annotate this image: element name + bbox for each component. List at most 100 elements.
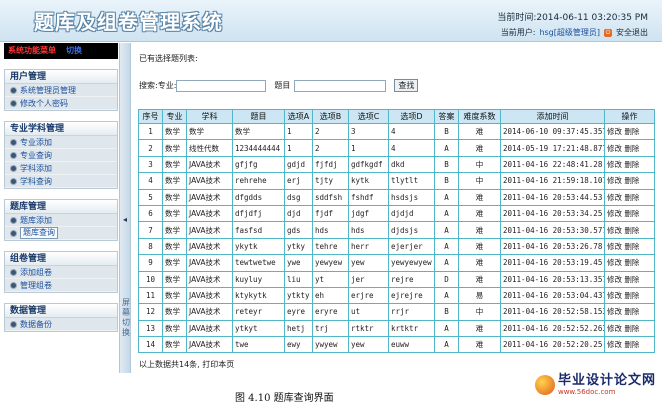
edit-link[interactable]: 修改 <box>607 176 622 185</box>
table-cell: gfjfg <box>232 155 285 174</box>
table-cell: 13 <box>138 319 163 338</box>
table-cell: eh <box>312 286 349 305</box>
sidebar-group-title[interactable]: 组卷管理 <box>5 252 117 266</box>
sidebar-item[interactable]: 学科查询 <box>5 175 117 188</box>
delete-link[interactable]: 删除 <box>624 127 639 136</box>
actions-cell: 修改 删除 <box>604 254 655 272</box>
delete-link[interactable]: 删除 <box>624 275 639 284</box>
table-cell: 2011-04-16 20:53:34.25 <box>500 204 605 223</box>
table-cell: yew <box>348 254 389 272</box>
table-cell: fjfdj <box>312 155 349 174</box>
delete-link[interactable]: 删除 <box>624 340 639 349</box>
table-row: 6 数学 JAVA技术 dfjdfj djd fjdf jdgf djdjd A 难 2011-04… <box>138 204 655 223</box>
sidebar-item[interactable]: 管理组卷 <box>5 279 117 292</box>
table-cell: 12 <box>138 303 163 321</box>
edit-link[interactable]: 修改 <box>607 324 622 333</box>
delete-link[interactable]: 删除 <box>624 144 639 153</box>
sidebar-item-label[interactable]: 数据备份 <box>20 318 52 331</box>
table-cell: kuyluy <box>232 270 285 288</box>
sidebar-item[interactable]: 题库添加 <box>5 214 117 227</box>
sidebar-group-title[interactable]: 用户管理 <box>5 70 117 84</box>
table-cell: 数学 <box>162 319 187 338</box>
delete-link[interactable]: 删除 <box>624 193 639 202</box>
search-question-input[interactable] <box>294 79 387 92</box>
collapse-arrow-icon[interactable]: ◂ <box>123 215 127 224</box>
edit-link[interactable]: 修改 <box>607 258 622 267</box>
table-header-row: 序号 专业 学科 题目 选项A 选项B 选项C 选项D 答案 难度系数 添加时间 操作 <box>138 109 655 124</box>
sidebar-toggle-bar[interactable]: ◂ 屏幕切换 <box>119 43 131 373</box>
sidebar-item-label[interactable]: 题库查询 <box>20 227 58 239</box>
edit-link[interactable]: 修改 <box>607 291 622 300</box>
delete-link[interactable]: 删除 <box>624 258 639 267</box>
sidebar-item-label[interactable]: 专业查询 <box>20 149 52 162</box>
sidebar-group-title[interactable]: 数据管理 <box>5 304 117 318</box>
table-cell: A <box>434 188 459 206</box>
table-cell: 难 <box>458 204 501 223</box>
find-button[interactable]: 查找 <box>394 79 419 92</box>
sidebar-item-label[interactable]: 学科查询 <box>20 175 52 188</box>
table-cell: ywyew <box>312 336 349 354</box>
table-cell: jdgf <box>348 204 389 223</box>
sidebar-item[interactable]: 学科添加 <box>5 162 117 175</box>
sidebar-item-label[interactable]: 管理组卷 <box>20 279 52 292</box>
delete-link[interactable]: 删除 <box>624 307 639 316</box>
sidebar-group-title[interactable]: 专业学科管理 <box>5 122 117 136</box>
edit-link[interactable]: 修改 <box>607 144 622 153</box>
sidebar-item-label[interactable]: 学科添加 <box>20 162 52 175</box>
edit-link[interactable]: 修改 <box>607 127 622 136</box>
column-header: 选项C <box>348 109 389 124</box>
sidebar-item[interactable]: 数据备份 <box>5 318 117 331</box>
sidebar-item-label[interactable]: 专业添加 <box>20 136 52 149</box>
logout-icon[interactable]: ⏻ <box>604 28 612 37</box>
sidebar-item-label[interactable]: 添加组卷 <box>20 266 52 279</box>
edit-link[interactable]: 修改 <box>607 193 622 202</box>
delete-link[interactable]: 删除 <box>624 176 639 185</box>
table-cell: tewtwetwe <box>232 254 285 272</box>
sidebar-item-label[interactable]: 题库添加 <box>20 214 52 227</box>
watermark-title: 毕业设计论文网 <box>557 373 656 388</box>
table-row: 13 数学 JAVA技术 ytkyt hetj trj rtktr krtktr A 难 2011-… <box>138 319 655 338</box>
sidebar-group-title[interactable]: 题库管理 <box>5 200 117 214</box>
sidebar-group: 用户管理 系统管理员管理 修改个人密码 <box>4 69 118 111</box>
table-cell: jer <box>348 270 389 288</box>
edit-link[interactable]: 修改 <box>607 307 622 316</box>
edit-link[interactable]: 修改 <box>607 209 622 218</box>
delete-link[interactable]: 删除 <box>624 291 639 300</box>
delete-link[interactable]: 删除 <box>624 324 639 333</box>
sidebar-item[interactable]: 专业查询 <box>5 149 117 162</box>
sidebar-item[interactable]: 题库查询 <box>5 227 117 240</box>
table-cell: tlytlt <box>388 172 435 190</box>
sidebar-item[interactable]: 添加组卷 <box>5 266 117 279</box>
edit-link[interactable]: 修改 <box>607 242 622 251</box>
table-cell: 3 <box>348 122 389 141</box>
table-cell: 4 <box>388 122 435 141</box>
sidebar-item-label[interactable]: 系统管理员管理 <box>20 84 76 97</box>
logout-link[interactable]: 安全退出 <box>616 27 648 38</box>
menu-switch-link[interactable]: 切换 <box>66 46 82 55</box>
edit-link[interactable]: 修改 <box>607 275 622 284</box>
bullet-icon <box>10 281 17 289</box>
table-cell: euww <box>388 336 435 354</box>
table-cell: erj <box>284 172 313 190</box>
delete-link[interactable]: 删除 <box>624 226 639 235</box>
search-major-input[interactable] <box>176 79 267 92</box>
table-cell: hds <box>312 221 349 239</box>
table-cell: ykytk <box>232 237 285 256</box>
screen-switch-label[interactable]: 屏幕切换 <box>122 298 130 338</box>
table-cell: yt <box>312 270 349 288</box>
edit-link[interactable]: 修改 <box>607 160 622 169</box>
table-cell: 数学 <box>162 254 187 272</box>
sidebar-item[interactable]: 修改个人密码 <box>5 97 117 110</box>
edit-link[interactable]: 修改 <box>607 340 622 349</box>
sidebar-item-label[interactable]: 修改个人密码 <box>20 97 68 110</box>
table-cell: djdsjs <box>388 221 435 239</box>
delete-link[interactable]: 删除 <box>624 242 639 251</box>
delete-link[interactable]: 删除 <box>624 160 639 169</box>
sidebar-item[interactable]: 系统管理员管理 <box>5 84 117 97</box>
table-cell: 数学 <box>162 286 187 305</box>
delete-link[interactable]: 删除 <box>624 209 639 218</box>
sidebar-item[interactable]: 专业添加 <box>5 136 117 149</box>
table-cell: rrjr <box>388 303 435 321</box>
edit-link[interactable]: 修改 <box>607 226 622 235</box>
table-cell: 2011-04-16 21:59:18.107 <box>500 172 605 190</box>
